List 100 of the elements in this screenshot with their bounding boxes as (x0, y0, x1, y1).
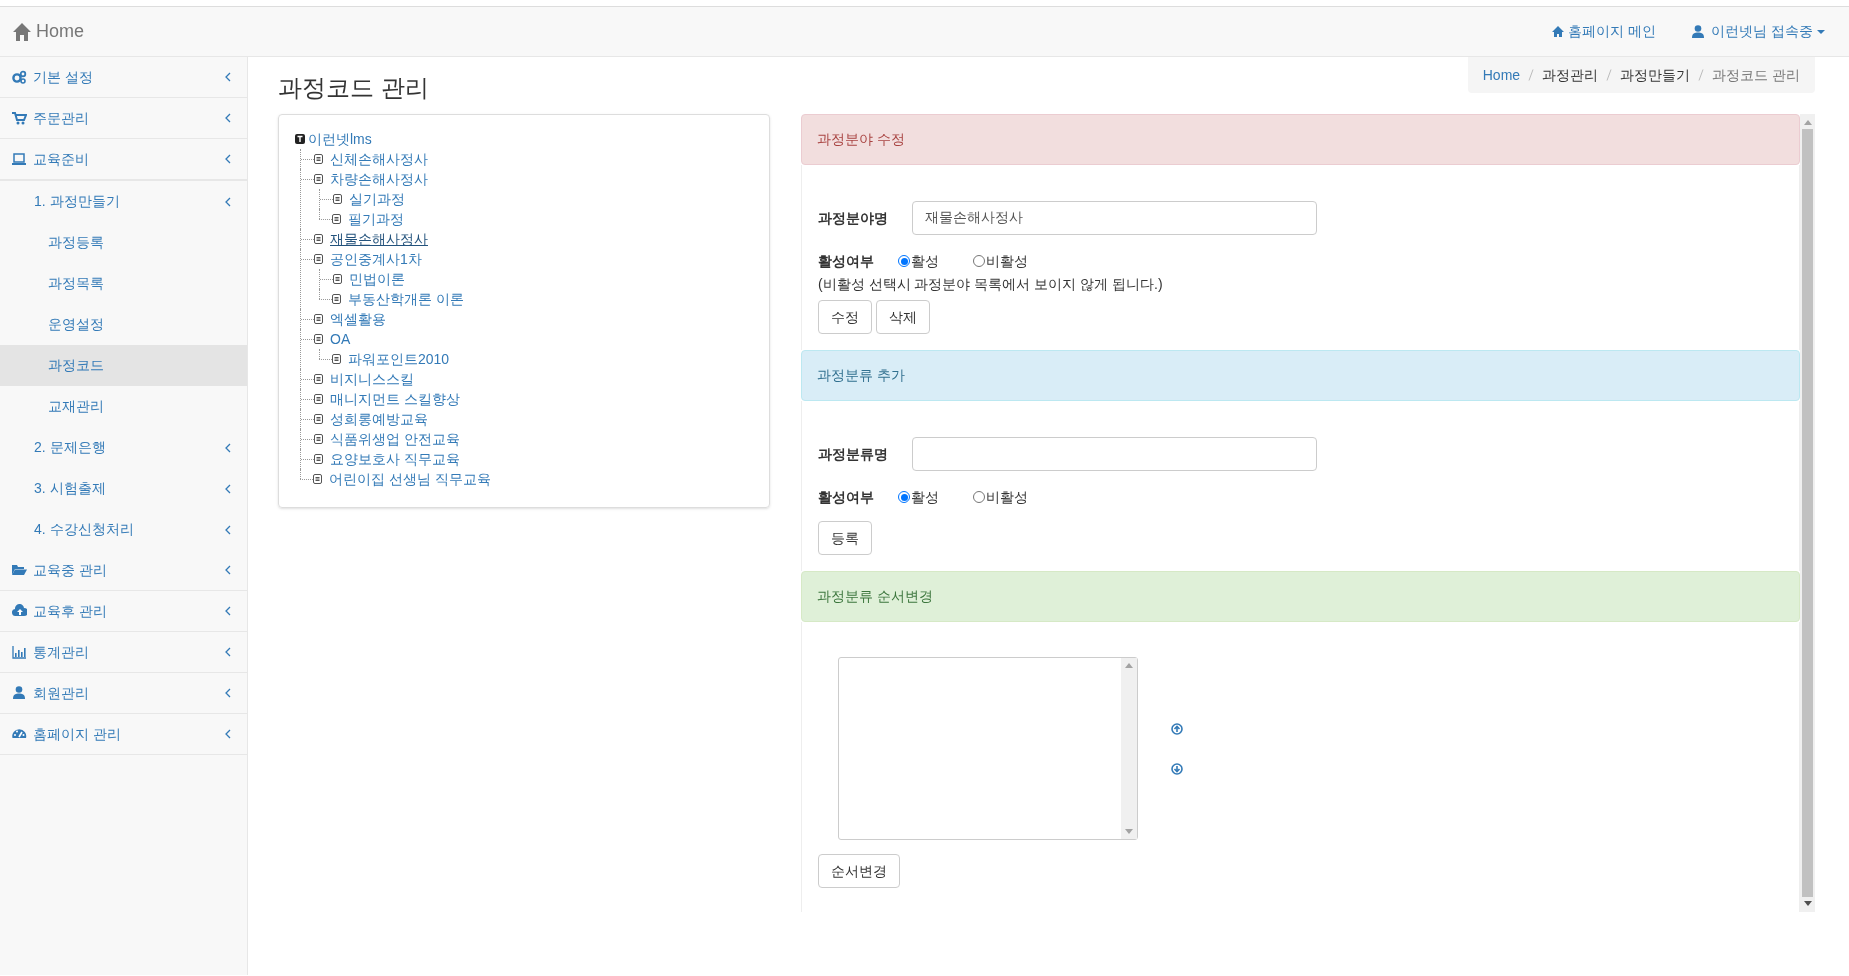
sidebar-item[interactable]: 교육후 관리 (0, 591, 247, 632)
home-link[interactable]: Home (12, 18, 84, 45)
document-icon (332, 294, 341, 304)
tree-node[interactable]: 공인중계사1차 (330, 249, 422, 269)
folder-icon (12, 563, 27, 577)
house-icon (1552, 26, 1565, 37)
sidebar-item[interactable]: 기본 설정 (0, 57, 247, 98)
sidebar-item[interactable]: 교육중 관리 (0, 550, 247, 591)
sidebar-item[interactable]: 3. 시험출제 (0, 468, 247, 509)
sidebar-item[interactable]: 회원관리 (0, 673, 247, 714)
document-icon (314, 154, 323, 164)
scroll-down-icon (1125, 829, 1133, 834)
tree-node[interactable]: 부동산학개론 이론 (348, 289, 464, 309)
sidebar-item[interactable]: 운영설정 (0, 304, 247, 345)
move-up-icon[interactable] (1171, 722, 1183, 735)
move-down-icon[interactable] (1171, 762, 1183, 775)
tree-node[interactable]: 요양보호사 직무교육 (330, 449, 460, 469)
action-button[interactable]: 순서변경 (818, 854, 900, 888)
action-button[interactable]: 수정 (818, 300, 872, 334)
tree-node[interactable]: 민법이론 (349, 269, 405, 289)
tree-node[interactable]: 신체손해사정사 (330, 149, 428, 169)
sidebar-item[interactable]: 과정목록 (0, 263, 247, 304)
user-menu[interactable]: 이런넷님 접속중 (1692, 21, 1825, 42)
document-icon (333, 274, 342, 284)
breadcrumb-item[interactable]: Home (1482, 64, 1521, 86)
tree-node[interactable]: 어린이집 선생님 직무교육 (329, 469, 491, 489)
sidebar-item[interactable]: 교재관리 (0, 386, 247, 427)
sidebar-item[interactable]: 교육준비 (0, 139, 247, 180)
tree-node[interactable]: 매니지먼트 스킬향상 (330, 389, 460, 409)
sidebar-item[interactable]: 4. 수강신청처리 (0, 509, 247, 550)
sidebar-item[interactable]: 통계관리 (0, 632, 247, 673)
slash-icon (1528, 69, 1535, 81)
panel-heading: 과정분류 추가 (801, 350, 1800, 401)
radio-option[interactable]: 활성 (898, 250, 973, 272)
tree-node[interactable]: 차량손해사정사 (330, 169, 428, 189)
scroll-up-icon[interactable] (1803, 119, 1812, 125)
tree-node[interactable]: 식품위생업 안전교육 (330, 429, 460, 449)
document-icon (314, 394, 323, 404)
document-icon (314, 314, 323, 324)
document-icon (314, 454, 323, 464)
scrollbar[interactable] (1800, 114, 1815, 912)
tree-node[interactable]: 재물손해사정사 (330, 229, 428, 249)
panel-heading: 과정분류 순서변경 (801, 571, 1800, 622)
document-icon (313, 474, 322, 484)
sidebar-item[interactable]: 과정코드 (0, 345, 247, 386)
field-label: 활성여부 (818, 487, 875, 507)
text-input[interactable]: 재물손해사정사 (912, 201, 1317, 235)
tree-node[interactable]: 성희롱예방교육 (330, 409, 428, 429)
radio-option[interactable]: 비활성 (973, 250, 1048, 272)
text-input[interactable] (912, 437, 1317, 471)
root-icon (295, 134, 305, 144)
action-button[interactable]: 삭제 (876, 300, 930, 334)
radio-option[interactable]: 활성 (898, 486, 973, 508)
caret-icon (1817, 29, 1825, 34)
breadcrumb-item: 과정코드 관리 (1712, 65, 1800, 85)
panel-heading: 과정분야 수정 (801, 114, 1800, 165)
scroll-up-icon (1125, 663, 1133, 668)
tree-node[interactable]: 파워포인트2010 (348, 349, 450, 369)
scroll-down-icon[interactable] (1803, 901, 1812, 907)
breadcrumb-item[interactable]: 과정관리 (1542, 64, 1599, 86)
bar-chart-icon (12, 645, 27, 659)
laptop-icon (12, 152, 27, 166)
document-icon (314, 334, 323, 344)
breadcrumb-item[interactable]: 과정만들기 (1620, 64, 1691, 86)
sidebar-item[interactable]: 과정등록 (0, 222, 247, 263)
tree-node[interactable]: 실기과정 (349, 189, 405, 209)
slash-icon (1606, 69, 1613, 81)
tree-node[interactable]: 엑셀활용 (330, 309, 386, 329)
tree-node[interactable]: 이런넷lms (308, 129, 372, 149)
tree-node[interactable]: 비지니스스킬 (330, 369, 414, 389)
user-icon (1692, 25, 1705, 38)
document-icon (314, 414, 323, 424)
document-icon (332, 354, 341, 364)
slash-icon (1698, 69, 1705, 81)
page-title: 과정코드 관리 (278, 73, 429, 103)
field-label: 활성여부 (818, 251, 875, 271)
tree-node[interactable]: OA (330, 329, 351, 349)
document-icon (314, 174, 323, 184)
document-icon (333, 194, 342, 204)
homepage-link[interactable]: 홈페이지 메인 (1552, 21, 1657, 42)
house-icon (12, 21, 32, 42)
document-icon (314, 434, 323, 444)
field-label: 과정분류명 (818, 444, 889, 464)
document-icon (332, 214, 341, 224)
sidebar-item[interactable]: 홈페이지 관리 (0, 714, 247, 755)
sidebar-item[interactable]: 주문관리 (0, 98, 247, 139)
cloud-upload-icon (12, 604, 27, 618)
radio-option[interactable]: 비활성 (973, 486, 1048, 508)
document-icon (314, 234, 323, 244)
action-button[interactable]: 등록 (818, 521, 872, 555)
dashboard-icon (12, 727, 27, 741)
tree-node[interactable]: 필기과정 (348, 209, 404, 229)
document-icon (314, 374, 323, 384)
user-icon (12, 686, 27, 700)
field-label: 과정분야명 (818, 208, 889, 228)
sidebar-item[interactable]: 2. 문제은행 (0, 427, 247, 468)
cart-icon (12, 111, 27, 125)
help-text: (비활성 선택시 과정분야 목록에서 보이지 않게 됩니다.) (818, 275, 1164, 294)
scrollbar-thumb[interactable] (1802, 129, 1813, 897)
sidebar-item[interactable]: 1. 과정만들기 (0, 181, 247, 222)
